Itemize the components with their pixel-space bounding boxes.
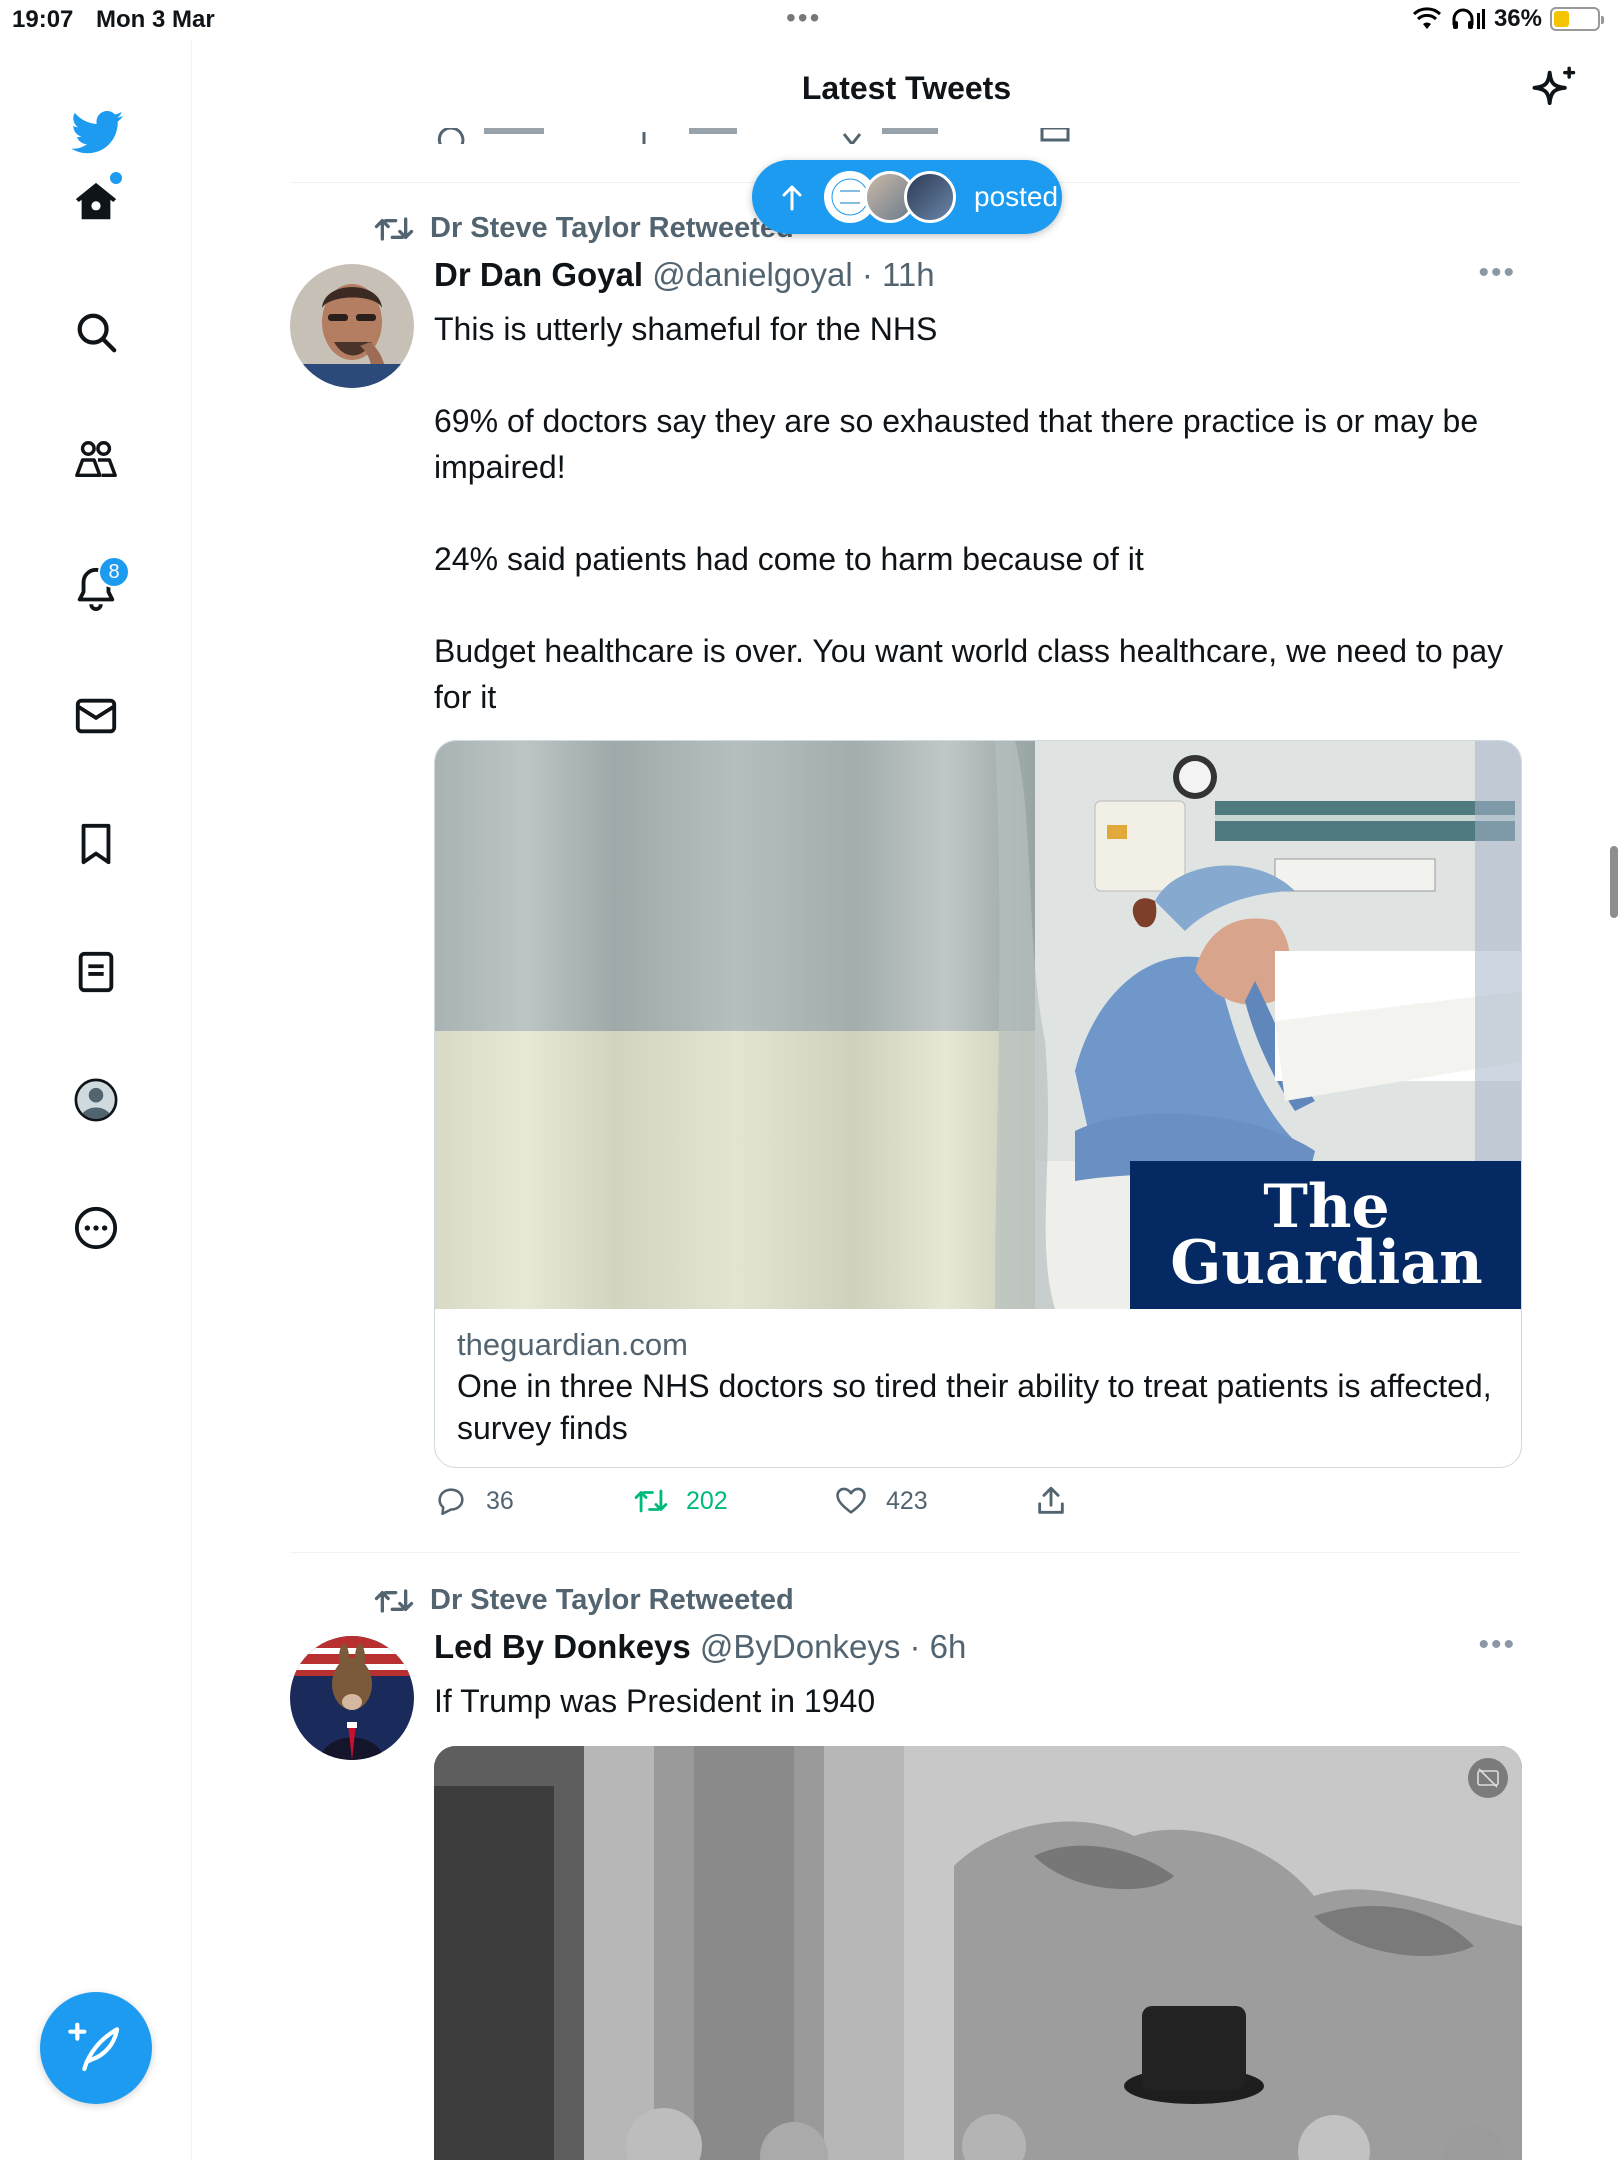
wifi-icon [1412,7,1441,29]
search-icon [77,313,117,353]
battery-percent: 36% [1493,5,1542,32]
link-domain: theguardian.com [457,1327,688,1362]
link-card[interactable]: The Guardian theguardian.com One in thre… [434,740,1522,1468]
list-icon [78,951,114,993]
like-count: 423 [886,1486,928,1515]
page-title: Latest Tweets [801,70,1012,106]
link-card-meta: theguardian.com One in three NHS doctors… [435,1309,1521,1467]
captions-off-icon[interactable] [1468,1758,1508,1798]
link-card-image: The Guardian [435,741,1521,1309]
tweet-text: This is utterly shameful for the NHS 69%… [434,306,1514,720]
scrollbar[interactable] [1610,846,1618,918]
heart-icon [836,1487,866,1514]
author-handle[interactable]: @danielgoyal [652,256,852,293]
headphones-icon [1452,8,1485,29]
compose-feather-icon [68,2022,120,2072]
tweet-time[interactable]: 6h [930,1628,967,1665]
reply-button[interactable]: 36 [434,1484,634,1518]
bookmark-icon [81,823,111,865]
retweet-icon [634,1489,668,1513]
tweet-paragraph: This is utterly shameful for the NHS [434,311,938,347]
reply-icon [438,1488,464,1516]
share-button[interactable] [1034,1484,1234,1518]
nav-communities[interactable] [54,418,138,502]
guardian-logo: The Guardian [1130,1161,1521,1309]
unread-dot [110,172,122,184]
nav-messages[interactable] [54,674,138,758]
tweet-paragraph: If Trump was President in 1940 [434,1683,876,1719]
home-icon [75,182,117,220]
more-circle-icon [74,1206,118,1250]
clock: 19:07 [12,6,74,33]
arrow-up-icon [782,185,802,211]
tweet-actions: 36 202 423 [434,1484,1234,1518]
avatar[interactable] [290,264,414,388]
multitasking-dots-icon[interactable]: ••• [786,4,821,32]
more-options-icon[interactable]: ••• [1478,256,1516,290]
notification-badge: 8 [98,556,130,588]
retweeted-by[interactable]: Dr Steve Taylor Retweeted [430,1584,794,1617]
author-handle[interactable]: @ByDonkeys [700,1628,900,1665]
timeline-header: Latest Tweets [193,40,1620,140]
tweet-paragraph: Budget healthcare is over. You want worl… [434,633,1504,715]
retweet-context: Dr Steve Taylor Retweeted [374,1584,794,1617]
compose-tweet-button[interactable] [40,1992,152,2104]
nav-home[interactable] [54,160,138,244]
tweet-video[interactable] [434,1746,1522,2160]
battery-fill [1554,11,1570,27]
link-title: One in three NHS doctors so tired their … [457,1368,1492,1446]
author-name[interactable]: Led By Donkeys [434,1628,691,1665]
reply-count: 36 [486,1486,514,1515]
battery-icon [1550,7,1604,31]
nav-profile[interactable] [54,1058,138,1142]
like-button[interactable]: 423 [834,1484,1034,1518]
avatar-icon [74,1078,118,1122]
share-icon [1038,1486,1064,1514]
avatar [904,171,956,223]
separator: · [852,256,883,293]
tweet-divider [290,1552,1520,1553]
people-icon [75,441,117,478]
author-name[interactable]: Dr Dan Goyal [434,256,643,293]
avatar[interactable] [290,1636,414,1760]
tweet-time[interactable]: 11h [882,256,935,293]
guardian-logo-line1: The [1263,1172,1390,1242]
date: Mon 3 Mar [96,6,215,33]
status-bar: 19:07 Mon 3 Mar ••• 36% [0,0,1620,40]
previous-tweet-actions [434,128,1074,144]
mail-icon [75,698,117,734]
nav-search[interactable] [54,290,138,374]
retweet-icon [374,216,414,241]
nav-notifications[interactable]: 8 [54,546,138,630]
sidebar: 8 [0,40,192,2160]
nav-lists[interactable] [54,930,138,1014]
nav-more[interactable] [54,1186,138,1270]
more-options-icon[interactable]: ••• [1478,1628,1516,1662]
nav-bookmarks[interactable] [54,802,138,886]
tweet-header: Dr Dan Goyal @danielgoyal · 11h [434,256,935,294]
guardian-logo-line2: Guardian [1170,1228,1483,1298]
new-posts-label: posted [974,181,1059,212]
tweet-header: Led By Donkeys @ByDonkeys · 6h [434,1628,966,1666]
separator: · [900,1628,930,1665]
retweet-icon [374,1588,414,1613]
status-icons: 36% [1412,5,1604,33]
retweet-button[interactable]: 202 [634,1484,834,1518]
tweet-paragraph: 24% said patients had come to harm becau… [434,541,1144,577]
new-posts-pill[interactable]: posted [752,160,1062,234]
new-posts-avatars [824,171,956,223]
tweet-text: If Trump was President in 1940 [434,1678,1514,1724]
retweet-context: Dr Steve Taylor Retweeted [374,212,794,245]
retweeted-by[interactable]: Dr Steve Taylor Retweeted [430,212,794,245]
sparkle-icon[interactable] [1528,64,1580,116]
tweet-paragraph: 69% of doctors say they are so exhausted… [434,403,1479,485]
retweet-count: 202 [686,1486,728,1515]
